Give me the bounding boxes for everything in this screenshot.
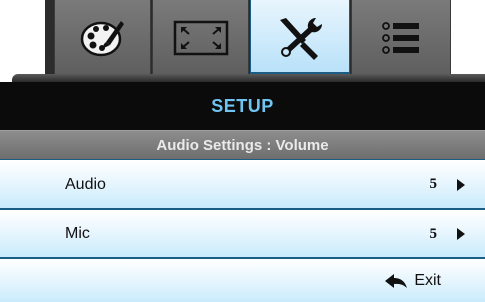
exit-label: Exit <box>414 272 441 289</box>
osd-menu: SETUP Audio Settings : Volume Audio 5 Mi… <box>0 0 485 302</box>
tab-options[interactable] <box>351 0 451 75</box>
row-label-audio: Audio <box>65 175 106 193</box>
tab-strip <box>0 0 485 82</box>
tools-icon <box>280 17 323 60</box>
tab-setup[interactable] <box>250 0 350 75</box>
page-subtitle: Audio Settings : Volume <box>156 136 329 154</box>
list-icon <box>382 21 419 54</box>
tab-image[interactable] <box>54 0 151 75</box>
page-title: SETUP <box>211 95 274 116</box>
arrow-right-icon[interactable] <box>457 178 465 191</box>
title-bar: SETUP <box>0 82 485 130</box>
menu-row-audio[interactable]: Audio 5 <box>0 161 485 210</box>
palette-icon <box>80 20 124 56</box>
row-value-audio: 5 <box>429 176 438 192</box>
menu-row-mic[interactable]: Mic 5 <box>0 211 485 259</box>
row-label-mic: Mic <box>65 225 90 242</box>
row-value-mic: 5 <box>429 225 438 242</box>
subtitle-bar: Audio Settings : Volume <box>0 130 485 160</box>
tab-strip-edge <box>12 74 485 82</box>
arrow-right-icon[interactable] <box>457 228 465 240</box>
menu-row-exit[interactable]: Exit <box>0 260 485 302</box>
return-arrow-icon <box>385 274 408 288</box>
screen-resize-icon <box>173 20 228 55</box>
tab-display[interactable] <box>152 0 249 75</box>
exit-button[interactable]: Exit <box>384 260 441 302</box>
